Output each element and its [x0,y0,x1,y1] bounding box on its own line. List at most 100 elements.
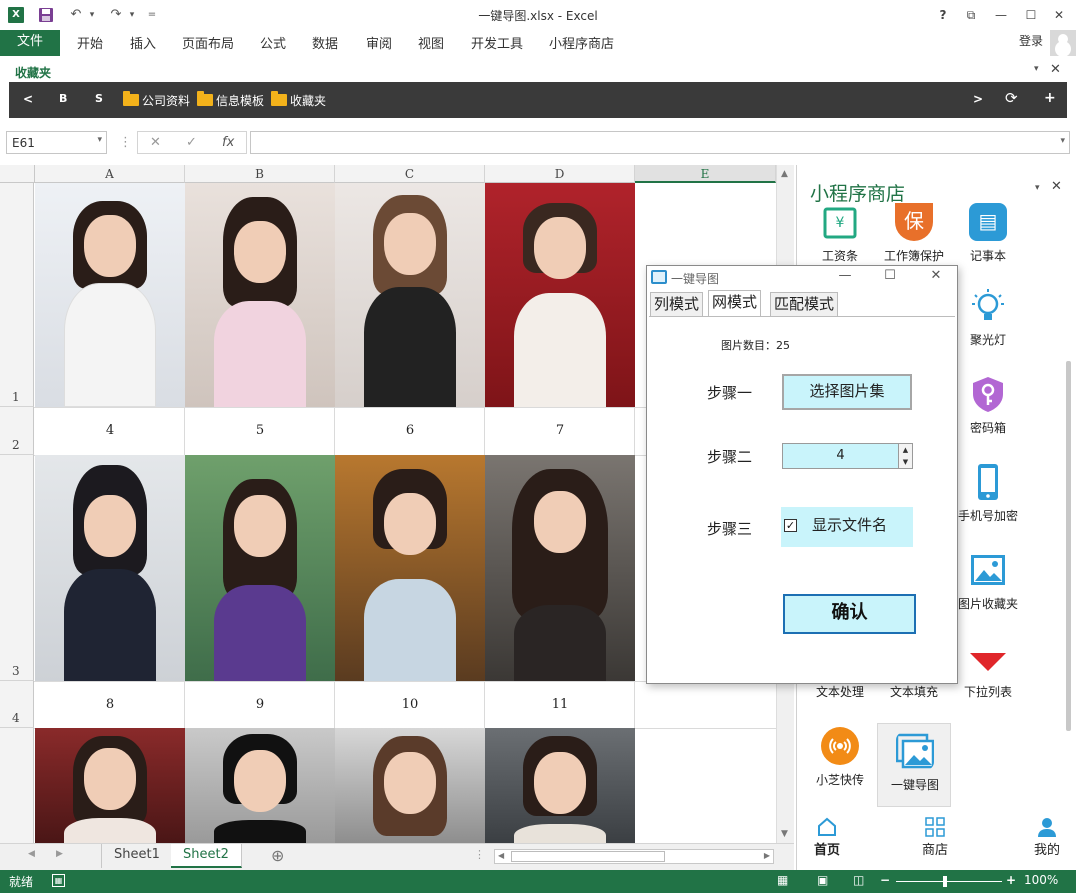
photo-portrait[interactable] [485,183,635,407]
filename-label[interactable]: 11 [485,681,635,728]
row-header-4[interactable]: 4 [0,681,34,728]
help-button[interactable]: ? [933,5,953,25]
tab-file[interactable]: 文件 [0,30,60,56]
checkbox-checked-icon[interactable]: ✓ [784,519,797,532]
scroll-left-icon[interactable]: ◀ [498,851,504,860]
filename-label[interactable]: 4 [35,407,185,454]
folder-link-templates[interactable]: 信息模板 [197,91,264,109]
filename-label[interactable]: 9 [185,681,335,728]
zoom-in-button[interactable]: + [1006,873,1016,887]
store-item-quick-transfer[interactable]: 小芝快传 [803,719,877,803]
pane-scrollbar[interactable] [1063,203,1073,803]
stepper-down-icon[interactable]: ▼ [898,456,912,468]
formula-input[interactable]: ▾ [250,131,1070,154]
photo-portrait[interactable] [185,183,335,407]
tab-data[interactable]: 数据 [312,33,338,52]
nav-home[interactable]: 首页 [797,817,857,858]
close-pane-button[interactable]: ✕ [1050,62,1061,77]
add-sheet-button[interactable]: ⊕ [271,846,284,865]
chevron-down-icon[interactable]: ▾ [1035,183,1040,193]
chevron-down-icon[interactable]: ▾ [97,135,102,145]
dialog-close-button[interactable]: ✕ [926,268,946,283]
tab-view[interactable]: 视图 [418,33,444,52]
tab-match-mode[interactable]: 匹配模式 [770,292,839,316]
scroll-down-icon[interactable]: ▼ [781,829,788,839]
column-header-d[interactable]: D [485,165,635,183]
tab-insert[interactable]: 插入 [130,33,156,52]
column-header-b[interactable]: B [185,165,335,183]
store-item-password-box[interactable]: 密码箱 [951,367,1025,451]
filename-label[interactable]: 8 [35,681,185,728]
store-item-spotlight[interactable]: 聚光灯 [951,279,1025,363]
row-header-1[interactable]: 1 [0,183,34,407]
tab-developer[interactable]: 开发工具 [471,33,523,52]
filename-label[interactable]: 6 [335,407,485,454]
stepper-up-icon[interactable]: ▲ [898,444,912,456]
scroll-up-icon[interactable]: ▲ [781,169,788,179]
store-item-dropdown-list[interactable]: 下拉列表 [951,631,1025,715]
photo-portrait[interactable] [35,728,185,843]
tab-formulas[interactable]: 公式 [260,33,286,52]
cancel-icon[interactable]: ✕ [150,135,161,150]
folder-link-company[interactable]: 公司资料 [123,91,190,109]
horizontal-scrollbar[interactable]: ◀ ▶ [494,849,774,864]
photo-portrait[interactable] [335,455,485,681]
tab-mini-program-store[interactable]: 小程序商店 [549,33,614,52]
tab-review[interactable]: 审阅 [366,33,392,52]
nav-mine[interactable]: 我的 [1017,817,1076,858]
photo-portrait[interactable] [485,728,635,843]
fx-icon[interactable]: fx [222,135,234,150]
add-button[interactable]: + [1044,90,1056,106]
name-box[interactable]: E61 ▾ [6,131,107,154]
login-link[interactable]: 登录 [1019,32,1043,49]
avatar[interactable] [1050,30,1076,56]
photo-portrait[interactable] [485,455,635,681]
next-sheet-icon[interactable]: ▶ [56,849,63,859]
chevron-down-icon[interactable]: ▾ [1060,136,1065,146]
tab-page-layout[interactable]: 页面布局 [182,33,234,52]
select-all-corner[interactable] [0,165,35,183]
close-button[interactable]: ✕ [1049,5,1069,25]
next-button[interactable]: > [973,92,983,106]
photo-portrait[interactable] [35,455,185,681]
dialog-minimize-button[interactable]: — [835,268,855,283]
zoom-out-button[interactable]: − [880,873,890,887]
column-header-e[interactable]: E [635,165,776,183]
store-item-phone-encrypt[interactable]: 手机号加密 [951,455,1025,539]
scroll-thumb[interactable] [511,851,665,862]
zoom-slider-thumb[interactable] [943,876,947,887]
column-header-c[interactable]: C [335,165,485,183]
select-image-set-button[interactable]: 选择图片集 [782,374,912,410]
zoom-level[interactable]: 100% [1024,873,1058,887]
tab-column-mode[interactable]: 列模式 [650,292,704,316]
enter-icon[interactable]: ✓ [186,135,197,150]
row-header-2[interactable]: 2 [0,407,34,455]
s-button[interactable]: S [95,92,103,105]
nav-store[interactable]: 商店 [905,817,965,858]
ribbon-display-button[interactable]: ⧉ [961,5,981,25]
filename-label[interactable]: 7 [485,407,635,454]
show-filename-checkbox[interactable]: ✓ 显示文件名 [781,507,913,547]
filename-label[interactable]: 10 [335,681,485,728]
column-header-a[interactable]: A [35,165,185,183]
row-header-5[interactable] [0,728,34,843]
scroll-right-icon[interactable]: ▶ [764,851,770,860]
close-pane-button[interactable]: ✕ [1051,179,1062,194]
photo-portrait[interactable] [335,183,485,407]
folder-link-favorites[interactable]: 收藏夹 [271,91,326,109]
photo-portrait[interactable] [185,455,335,681]
photo-portrait[interactable] [35,183,185,407]
back-button[interactable]: < [23,92,33,106]
refresh-icon[interactable]: ⟳ [1005,89,1018,107]
scroll-thumb[interactable] [1066,361,1071,731]
dialog-maximize-button[interactable]: ☐ [880,268,900,283]
maximize-button[interactable]: ☐ [1021,5,1041,25]
tab-home[interactable]: 开始 [77,33,103,52]
sheet-tab-sheet2[interactable]: Sheet2 [171,844,242,868]
prev-sheet-icon[interactable]: ◀ [28,849,35,859]
page-break-view-icon[interactable]: ◫ [853,873,864,887]
store-item-image-favorites[interactable]: 图片收藏夹 [951,543,1025,627]
confirm-button[interactable]: 确认 [783,594,916,634]
macro-record-icon[interactable]: ▦ [52,874,65,887]
sheet-tab-sheet1[interactable]: Sheet1 [101,844,173,868]
